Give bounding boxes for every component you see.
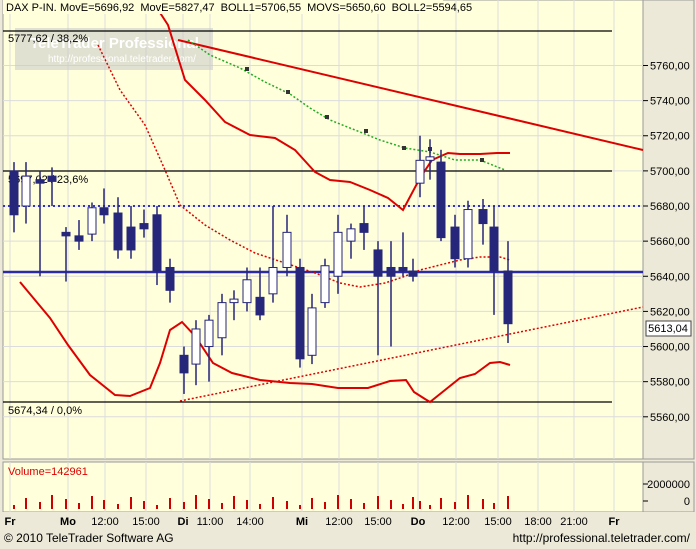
candle-body: [320, 265, 330, 304]
candle-body: [333, 231, 343, 277]
header-indicator-4: BOLL2=5594,65: [392, 2, 472, 14]
candle-body: [242, 279, 252, 304]
y-tick-label: 5580,00: [650, 377, 690, 389]
ma-marker-2: [325, 115, 329, 119]
ma-marker-1: [286, 90, 290, 94]
candle-body: [139, 223, 149, 230]
fib-label-bottom: 5674,34 / 0,0%: [8, 405, 82, 417]
y-tick-label: 5720,00: [650, 131, 690, 143]
candle-body: [282, 231, 292, 268]
candle-body: [99, 207, 109, 216]
volume-plot-area: [2, 461, 644, 513]
footer-url: http://professional.teletrader.com/: [512, 531, 690, 545]
chart-canvas: TeleTrader Professional http://professio…: [0, 0, 696, 528]
candle-body: [113, 212, 123, 251]
candle-body: [398, 266, 408, 272]
candle-body: [165, 266, 175, 291]
vol-tick-label: 2000000: [647, 479, 690, 491]
candle-body: [9, 170, 19, 216]
candle-body: [503, 270, 513, 325]
footer: © 2010 TeleTrader Software AG http://pro…: [0, 527, 696, 549]
candle-body: [295, 266, 305, 360]
candle-body: [191, 328, 201, 365]
candle-body: [346, 228, 356, 242]
candle-body: [489, 226, 499, 272]
header-indicator-2: BOLL1=5706,55: [221, 2, 301, 14]
candle-body: [217, 302, 227, 339]
candle-body: [408, 270, 418, 277]
candle-body: [152, 214, 162, 272]
y-tick-label: 5760,00: [650, 60, 690, 72]
candle-body: [307, 307, 317, 356]
candle-body: [61, 231, 71, 237]
candle-body: [359, 223, 369, 233]
ma-marker-3: [364, 129, 368, 133]
candle-body: [463, 209, 473, 260]
instrument-name: DAX P-IN.: [6, 2, 57, 14]
candle-body: [386, 266, 396, 277]
candle-body: [35, 179, 45, 184]
candle-body: [229, 298, 239, 304]
y-tick-label: 5620,00: [650, 306, 690, 318]
candle-body: [126, 226, 136, 251]
volume-label: Volume=142961: [8, 466, 88, 478]
candle-body: [74, 235, 84, 242]
header-indicator-0: MovE=5696,92: [60, 2, 134, 14]
y-tick-label: 5680,00: [650, 201, 690, 213]
watermark-url: http://professional.teletrader.com/: [48, 54, 196, 65]
candle-body: [373, 249, 383, 277]
candle-body: [204, 319, 214, 348]
candle-body: [415, 159, 425, 184]
fib-label-top: 5777,62 / 38,2%: [8, 33, 88, 45]
y-tick-label: 5640,00: [650, 271, 690, 283]
current-price-value: 5613,04: [648, 323, 688, 335]
y-tick-label: 5660,00: [650, 236, 690, 248]
y-tick-label: 5740,00: [650, 96, 690, 108]
candle-body: [436, 161, 446, 239]
chart-header: DAX P-IN. MovE=5696,92 MovE=5827,47 BOLL1=…: [3, 0, 472, 14]
candle-body: [425, 156, 435, 161]
header-indicator-1: MovE=5827,47: [140, 2, 214, 14]
candle-body: [255, 296, 265, 316]
y-tick-label: 5600,00: [650, 342, 690, 354]
candle-body: [179, 354, 189, 374]
candle-body: [450, 226, 460, 260]
candle-body: [87, 207, 97, 235]
ma-marker-4: [402, 146, 406, 150]
vol-tick-label: 0: [684, 496, 690, 508]
candle-body: [478, 209, 488, 225]
y-tick-label: 5560,00: [650, 412, 690, 424]
candle-body: [21, 175, 31, 207]
candle-body: [47, 175, 57, 182]
ma-marker-6: [480, 158, 484, 162]
ma-marker-0: [245, 67, 249, 71]
y-tick-label: 5700,00: [650, 166, 690, 178]
candle-body: [268, 266, 278, 295]
header-indicator-3: MOVS=5650,60: [307, 2, 386, 14]
copyright-text: © 2010 TeleTrader Software AG: [4, 531, 174, 545]
